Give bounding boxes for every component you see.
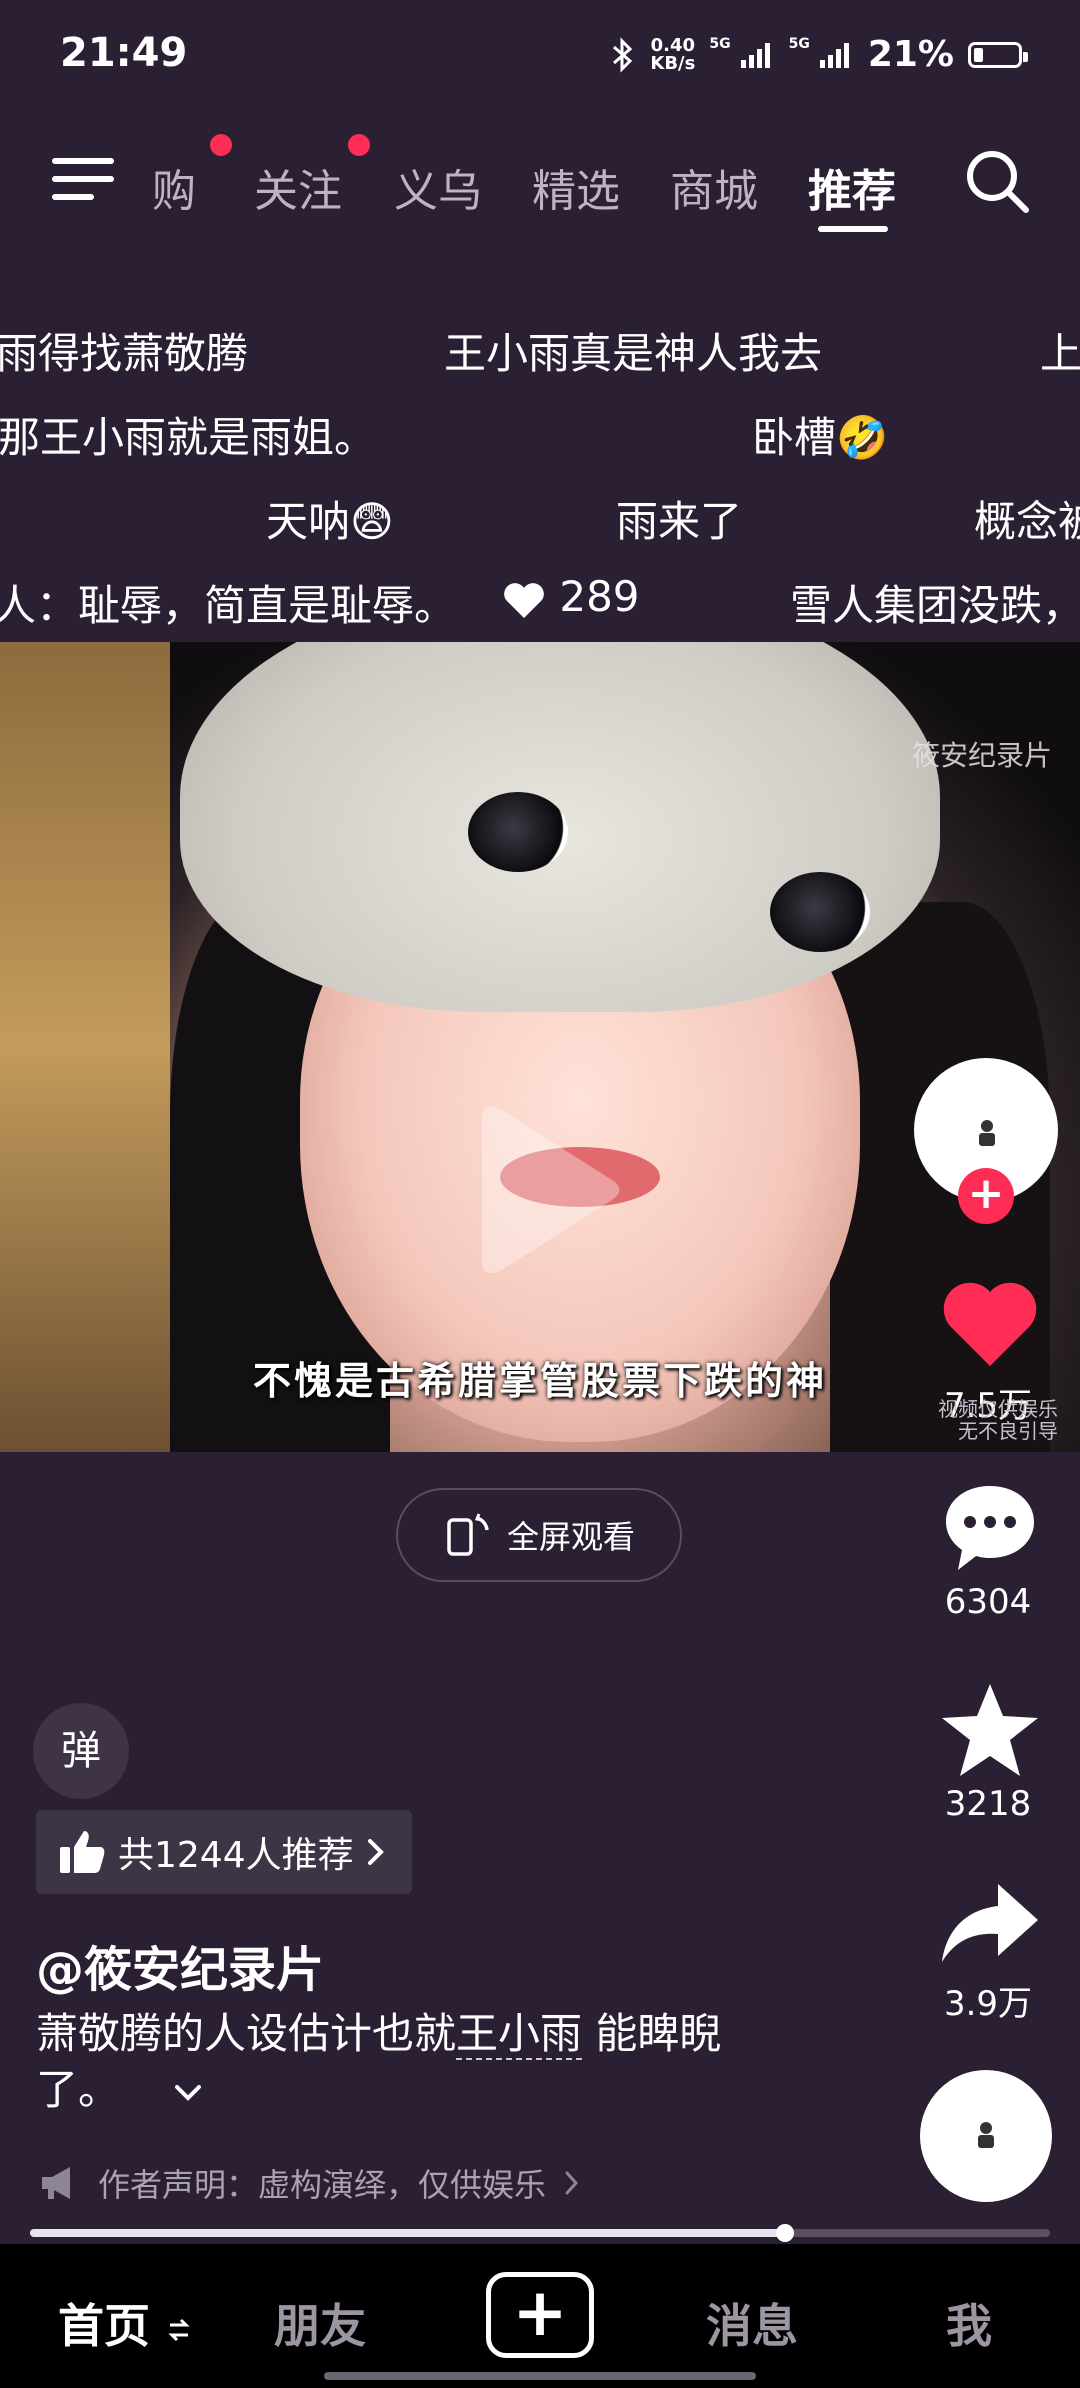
tab-me[interactable]: 我: [946, 2290, 992, 2356]
tab-friends[interactable]: 朋友: [274, 2290, 366, 2356]
battery-percent: 21%: [867, 34, 954, 75]
video-background: [0, 642, 170, 1452]
statement-text: 作者声明：虚构演绎，仅供娱乐: [98, 2166, 547, 2204]
recommend-chip[interactable]: 共1244人推荐: [36, 1810, 412, 1894]
danmaku-comment: 人：耻辱，简直是耻辱。: [0, 581, 457, 630]
tab-yiwu[interactable]: 义乌: [394, 155, 482, 219]
signal-icon-2: [819, 42, 849, 68]
tab-mall[interactable]: 商城: [670, 155, 758, 219]
active-tab-indicator: [818, 226, 888, 232]
like-icon[interactable]: [940, 1278, 1040, 1370]
danmaku-comment: 王小雨真是神人我去: [444, 329, 823, 378]
video-description: 萧敬腾的人设估计也就王小雨 能睥睨了。: [36, 2009, 722, 2114]
comment-icon[interactable]: [940, 1480, 1040, 1574]
video-player[interactable]: 筱安纪录片 不愧是古希腊掌管股票下跌的神: [0, 642, 1080, 1452]
chevron-right-icon: [565, 2171, 579, 2195]
favorite-icon[interactable]: [938, 1680, 1042, 1780]
tab-messages[interactable]: 消息: [706, 2290, 798, 2356]
danmaku-toggle-button[interactable]: 弹: [33, 1703, 129, 1799]
author-statement[interactable]: 作者声明：虚构演绎，仅供娱乐: [40, 2160, 580, 2206]
menu-icon[interactable]: [52, 156, 114, 202]
music-disc[interactable]: [920, 2070, 1052, 2202]
follow-button[interactable]: +: [958, 1168, 1014, 1224]
share-icon[interactable]: [938, 1880, 1042, 1966]
status-time: 21:49: [60, 30, 188, 76]
progress-knob[interactable]: [776, 2224, 794, 2242]
create-button[interactable]: +: [486, 2272, 594, 2358]
search-icon[interactable]: [962, 146, 1032, 216]
thumbs-up-icon: [60, 1831, 105, 1873]
danmaku-comment: 卧槽🤣: [752, 413, 889, 462]
author-name[interactable]: @筱安纪录片: [36, 1930, 324, 2000]
signal-label-1: 5G: [709, 35, 731, 52]
heart-icon: [504, 582, 544, 618]
chevron-down-icon[interactable]: [173, 2083, 203, 2103]
bluetooth-icon: [613, 36, 633, 73]
danmaku-comment: 雨得找萧敬腾: [0, 329, 249, 378]
comment-count: 6304: [944, 1582, 1032, 1622]
favorite-count: 3218: [944, 1784, 1032, 1824]
danmaku-comment: 天呐😨: [266, 497, 394, 546]
danmaku-comment: 那王小雨就是雨姐。: [0, 413, 377, 462]
tab-following[interactable]: 关注: [254, 155, 342, 219]
tab-shop[interactable]: 购: [152, 155, 196, 219]
tab-featured[interactable]: 精选: [532, 155, 620, 219]
fullscreen-button[interactable]: 全屏观看: [396, 1488, 682, 1582]
home-indicator: [324, 2372, 756, 2380]
danmaku-comment: 概念被: [974, 497, 1080, 546]
megaphone-icon: [42, 2167, 70, 2199]
status-icons: 0.40 KB/s 5G 5G 21%: [610, 34, 1028, 75]
chevron-right-icon: [367, 1839, 384, 1865]
progress-fill: [30, 2229, 785, 2237]
danmaku-like-count: 289: [502, 572, 640, 621]
share-count: 3.9万: [943, 1984, 1033, 2024]
description-keyword[interactable]: 王小雨: [456, 2009, 583, 2060]
avatar-figure-icon: [979, 1120, 995, 1146]
video-eye-right: [770, 872, 870, 952]
tab-home[interactable]: 首页: [58, 2290, 192, 2356]
fullscreen-label: 全屏观看: [506, 1518, 635, 1556]
video-watermark: 筱安纪录片: [911, 739, 1052, 772]
refresh-swap-icon: [168, 2318, 190, 2341]
tab-recommend[interactable]: 推荐: [808, 155, 896, 219]
signal-label-2: 5G: [788, 35, 810, 52]
network-speed: 0.40 KB/s: [650, 34, 696, 74]
danmaku-comment: 雨来了: [616, 497, 743, 546]
recommend-label: 共1244人推荐: [118, 1835, 354, 1876]
battery-icon: [968, 41, 1028, 68]
battery-level: [974, 47, 983, 62]
danmaku-comment: 雪人集团没跌，: [790, 581, 1080, 630]
notification-dot: [348, 134, 370, 156]
music-figure-icon: [978, 2122, 994, 2148]
fullscreen-phone-icon: [447, 1513, 489, 1556]
signal-icon: [740, 42, 770, 68]
video-eye-left: [468, 792, 568, 872]
play-icon[interactable]: [462, 1100, 622, 1280]
danmaku-comment: 上: [1040, 329, 1080, 378]
side-disclaimer: 视频仅供娱乐 无不良引导: [938, 1397, 1058, 1443]
notification-dot: [210, 134, 232, 156]
